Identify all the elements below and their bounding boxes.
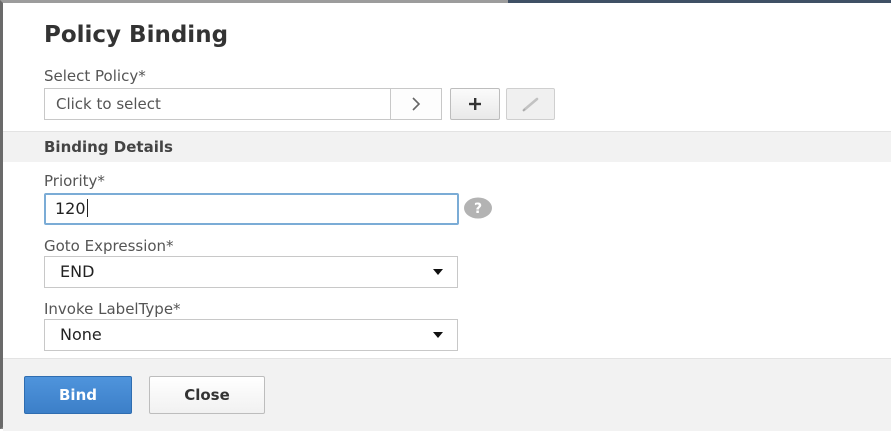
select-policy-label: Select Policy* [44, 67, 146, 85]
invoke-labeltype-label: Invoke LabelType* [44, 300, 181, 318]
select-policy-arrow-button[interactable] [390, 88, 442, 120]
priority-input[interactable]: 120 [44, 193, 459, 225]
add-policy-button[interactable] [450, 88, 500, 120]
goto-expression-select[interactable]: END [44, 256, 458, 288]
close-button[interactable]: Close [149, 376, 265, 414]
binding-details-header: Binding Details [3, 131, 891, 162]
priority-value: 120 [55, 199, 86, 218]
dialog-footer: Bind Close [3, 358, 891, 431]
priority-help-button[interactable]: ? [463, 197, 493, 219]
edit-policy-button[interactable] [506, 88, 555, 120]
pencil-icon [521, 97, 538, 112]
top-accent-bar [508, 0, 891, 3]
select-policy-field[interactable]: Click to select [44, 88, 390, 120]
bind-button[interactable]: Bind [24, 376, 132, 414]
goto-expression-label: Goto Expression* [44, 237, 174, 255]
dropdown-arrow-icon [433, 332, 443, 338]
binding-details-title: Binding Details [44, 138, 173, 156]
dialog-title: Policy Binding [44, 22, 229, 48]
priority-label: Priority* [44, 172, 105, 190]
invoke-labeltype-select[interactable]: None [44, 319, 458, 351]
chevron-right-icon [412, 97, 421, 111]
dropdown-arrow-icon [433, 269, 443, 275]
goto-expression-value: END [60, 262, 95, 281]
svg-text:?: ? [474, 201, 482, 217]
plus-icon [469, 98, 481, 110]
invoke-labeltype-value: None [60, 325, 102, 344]
policy-binding-dialog: Policy Binding Select Policy* Click to s… [0, 0, 891, 431]
question-circle-icon: ? [464, 197, 492, 219]
text-caret [86, 199, 88, 217]
